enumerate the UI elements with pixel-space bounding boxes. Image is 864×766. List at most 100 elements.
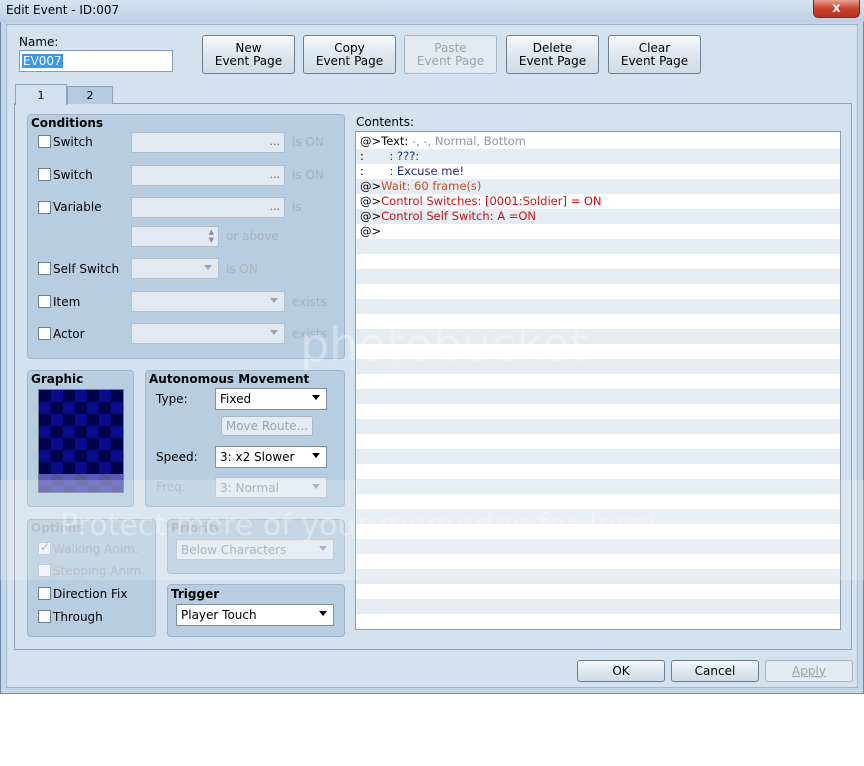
tab-page-1-label: 1 — [37, 88, 45, 102]
event-name-input[interactable]: EV007 — [19, 50, 173, 72]
empty-row[interactable] — [356, 599, 840, 614]
transparent-checker-image — [39, 390, 123, 492]
variable-checkbox[interactable] — [38, 201, 51, 214]
empty-row[interactable] — [356, 404, 840, 419]
switch1-field[interactable]: ... — [131, 132, 285, 153]
command-line[interactable]: @>Text: -, -, Normal, Bottom — [356, 134, 840, 149]
delete-event-page-button[interactable]: Delete Event Page — [506, 35, 599, 74]
empty-row[interactable] — [356, 329, 840, 344]
empty-row[interactable] — [356, 254, 840, 269]
title-bar[interactable]: Edit Event - ID:007 — [0, 0, 864, 22]
tab-page-2-label: 2 — [86, 89, 94, 102]
self-switch-checkbox[interactable] — [38, 262, 51, 275]
command-detail: -, -, Normal, Bottom — [408, 134, 526, 148]
empty-row[interactable] — [356, 314, 840, 329]
command-line[interactable]: : : Excuse me! — [356, 164, 840, 179]
move-route-button[interactable]: Move Route... — [221, 416, 313, 436]
empty-row[interactable] — [356, 359, 840, 374]
empty-row[interactable] — [356, 584, 840, 599]
autonomous-movement-title: Autonomous Movement — [149, 372, 310, 386]
speed-select[interactable]: 3: x2 Slower — [215, 446, 327, 468]
variable-suffix: is — [292, 200, 302, 214]
cancel-button[interactable]: Cancel — [671, 660, 759, 682]
command-text: Text: — [381, 134, 409, 148]
empty-row[interactable] — [356, 449, 840, 464]
trigger-select[interactable]: Player Touch — [176, 604, 334, 626]
empty-row[interactable] — [356, 629, 840, 630]
movement-type-select[interactable]: Fixed — [215, 388, 327, 410]
new-page-label-line1: New — [235, 40, 262, 55]
variable-threshold-spinner[interactable]: ▲ ▼ — [131, 226, 219, 247]
through-checkbox[interactable] — [38, 610, 51, 623]
command-line[interactable]: : : ???: — [356, 149, 840, 164]
empty-row[interactable] — [356, 389, 840, 404]
conditions-title: Conditions — [31, 116, 104, 130]
empty-row[interactable] — [356, 344, 840, 359]
command-prefix: @> — [360, 179, 382, 193]
command-line[interactable]: @> — [356, 224, 840, 239]
move-route-label: Move Route... — [225, 418, 309, 433]
clear-event-page-button[interactable]: Clear Event Page — [608, 35, 701, 74]
empty-row[interactable] — [356, 374, 840, 389]
variable-more-icon[interactable]: ... — [270, 200, 281, 213]
switch2-checkbox[interactable] — [38, 168, 51, 181]
variable-field[interactable]: ... — [131, 197, 285, 218]
command-line[interactable]: @>Control Switches: [0001:Soldier] = ON — [356, 194, 840, 209]
self-switch-select[interactable] — [131, 258, 219, 279]
command-line[interactable]: @>Control Self Switch: A =ON — [356, 209, 840, 224]
self-switch-suffix: is ON — [226, 262, 258, 276]
copy-page-label-line1: Copy — [334, 40, 365, 55]
command-line[interactable]: @>Wait: 60 frame(s) — [356, 179, 840, 194]
chevron-down-icon — [312, 453, 320, 458]
cancel-label: Cancel — [694, 663, 736, 678]
empty-row[interactable] — [356, 419, 840, 434]
clear-page-label-line1: Clear — [638, 40, 671, 55]
paste-event-page-button[interactable]: Paste Event Page — [404, 35, 497, 74]
empty-row[interactable] — [356, 269, 840, 284]
new-page-label-line2: Event Page — [214, 53, 283, 68]
spinner-arrows-icon[interactable]: ▲ ▼ — [209, 228, 214, 244]
copy-event-page-button[interactable]: Copy Event Page — [303, 35, 396, 74]
paste-page-label-line1: Paste — [434, 40, 467, 55]
command-prefix: @> — [360, 194, 382, 208]
command-prefix: @> — [360, 224, 382, 238]
switch1-checkbox[interactable] — [38, 135, 51, 148]
item-checkbox[interactable] — [38, 295, 51, 308]
command-text: Control Switches: [0001:Soldier] = ON — [381, 194, 602, 208]
tab-page-2[interactable]: 2 — [67, 86, 113, 104]
switch1-more-icon[interactable]: ... — [270, 135, 281, 148]
graphic-title: Graphic — [31, 372, 84, 386]
empty-row[interactable] — [356, 239, 840, 254]
trigger-value: Player Touch — [181, 608, 257, 622]
empty-row[interactable] — [356, 434, 840, 449]
close-window-button[interactable]: x — [813, 0, 860, 18]
speed-label: Speed: — [156, 450, 198, 464]
item-select[interactable] — [131, 291, 285, 312]
clear-page-label-line2: Event Page — [620, 53, 689, 68]
chevron-down-icon — [312, 395, 320, 400]
contents-label: Contents: — [356, 115, 415, 129]
chevron-down-icon — [204, 265, 212, 270]
actor-select[interactable] — [131, 323, 285, 344]
actor-checkbox[interactable] — [38, 327, 51, 340]
empty-row[interactable] — [356, 614, 840, 629]
graphic-preview[interactable] — [38, 389, 124, 493]
ok-button[interactable]: OK — [577, 660, 665, 682]
tab-page-1[interactable]: 1 — [15, 84, 67, 105]
variable-label: Variable — [53, 200, 102, 214]
speed-value: 3: x2 Slower — [220, 450, 295, 464]
switch2-more-icon[interactable]: ... — [270, 168, 281, 181]
empty-row[interactable] — [356, 284, 840, 299]
apply-button[interactable]: Apply — [765, 660, 853, 682]
item-suffix: exists — [292, 295, 327, 309]
command-prefix: @> — [360, 209, 382, 223]
empty-row[interactable] — [356, 299, 840, 314]
switch2-field[interactable]: ... — [131, 165, 285, 186]
empty-row[interactable] — [356, 464, 840, 479]
ok-label: OK — [612, 663, 630, 678]
delete-page-label-line2: Event Page — [518, 53, 587, 68]
direction-fix-checkbox[interactable] — [38, 587, 51, 600]
close-icon: x — [832, 1, 841, 16]
switch2-suffix: is ON — [292, 168, 324, 182]
new-event-page-button[interactable]: New Event Page — [202, 35, 295, 74]
